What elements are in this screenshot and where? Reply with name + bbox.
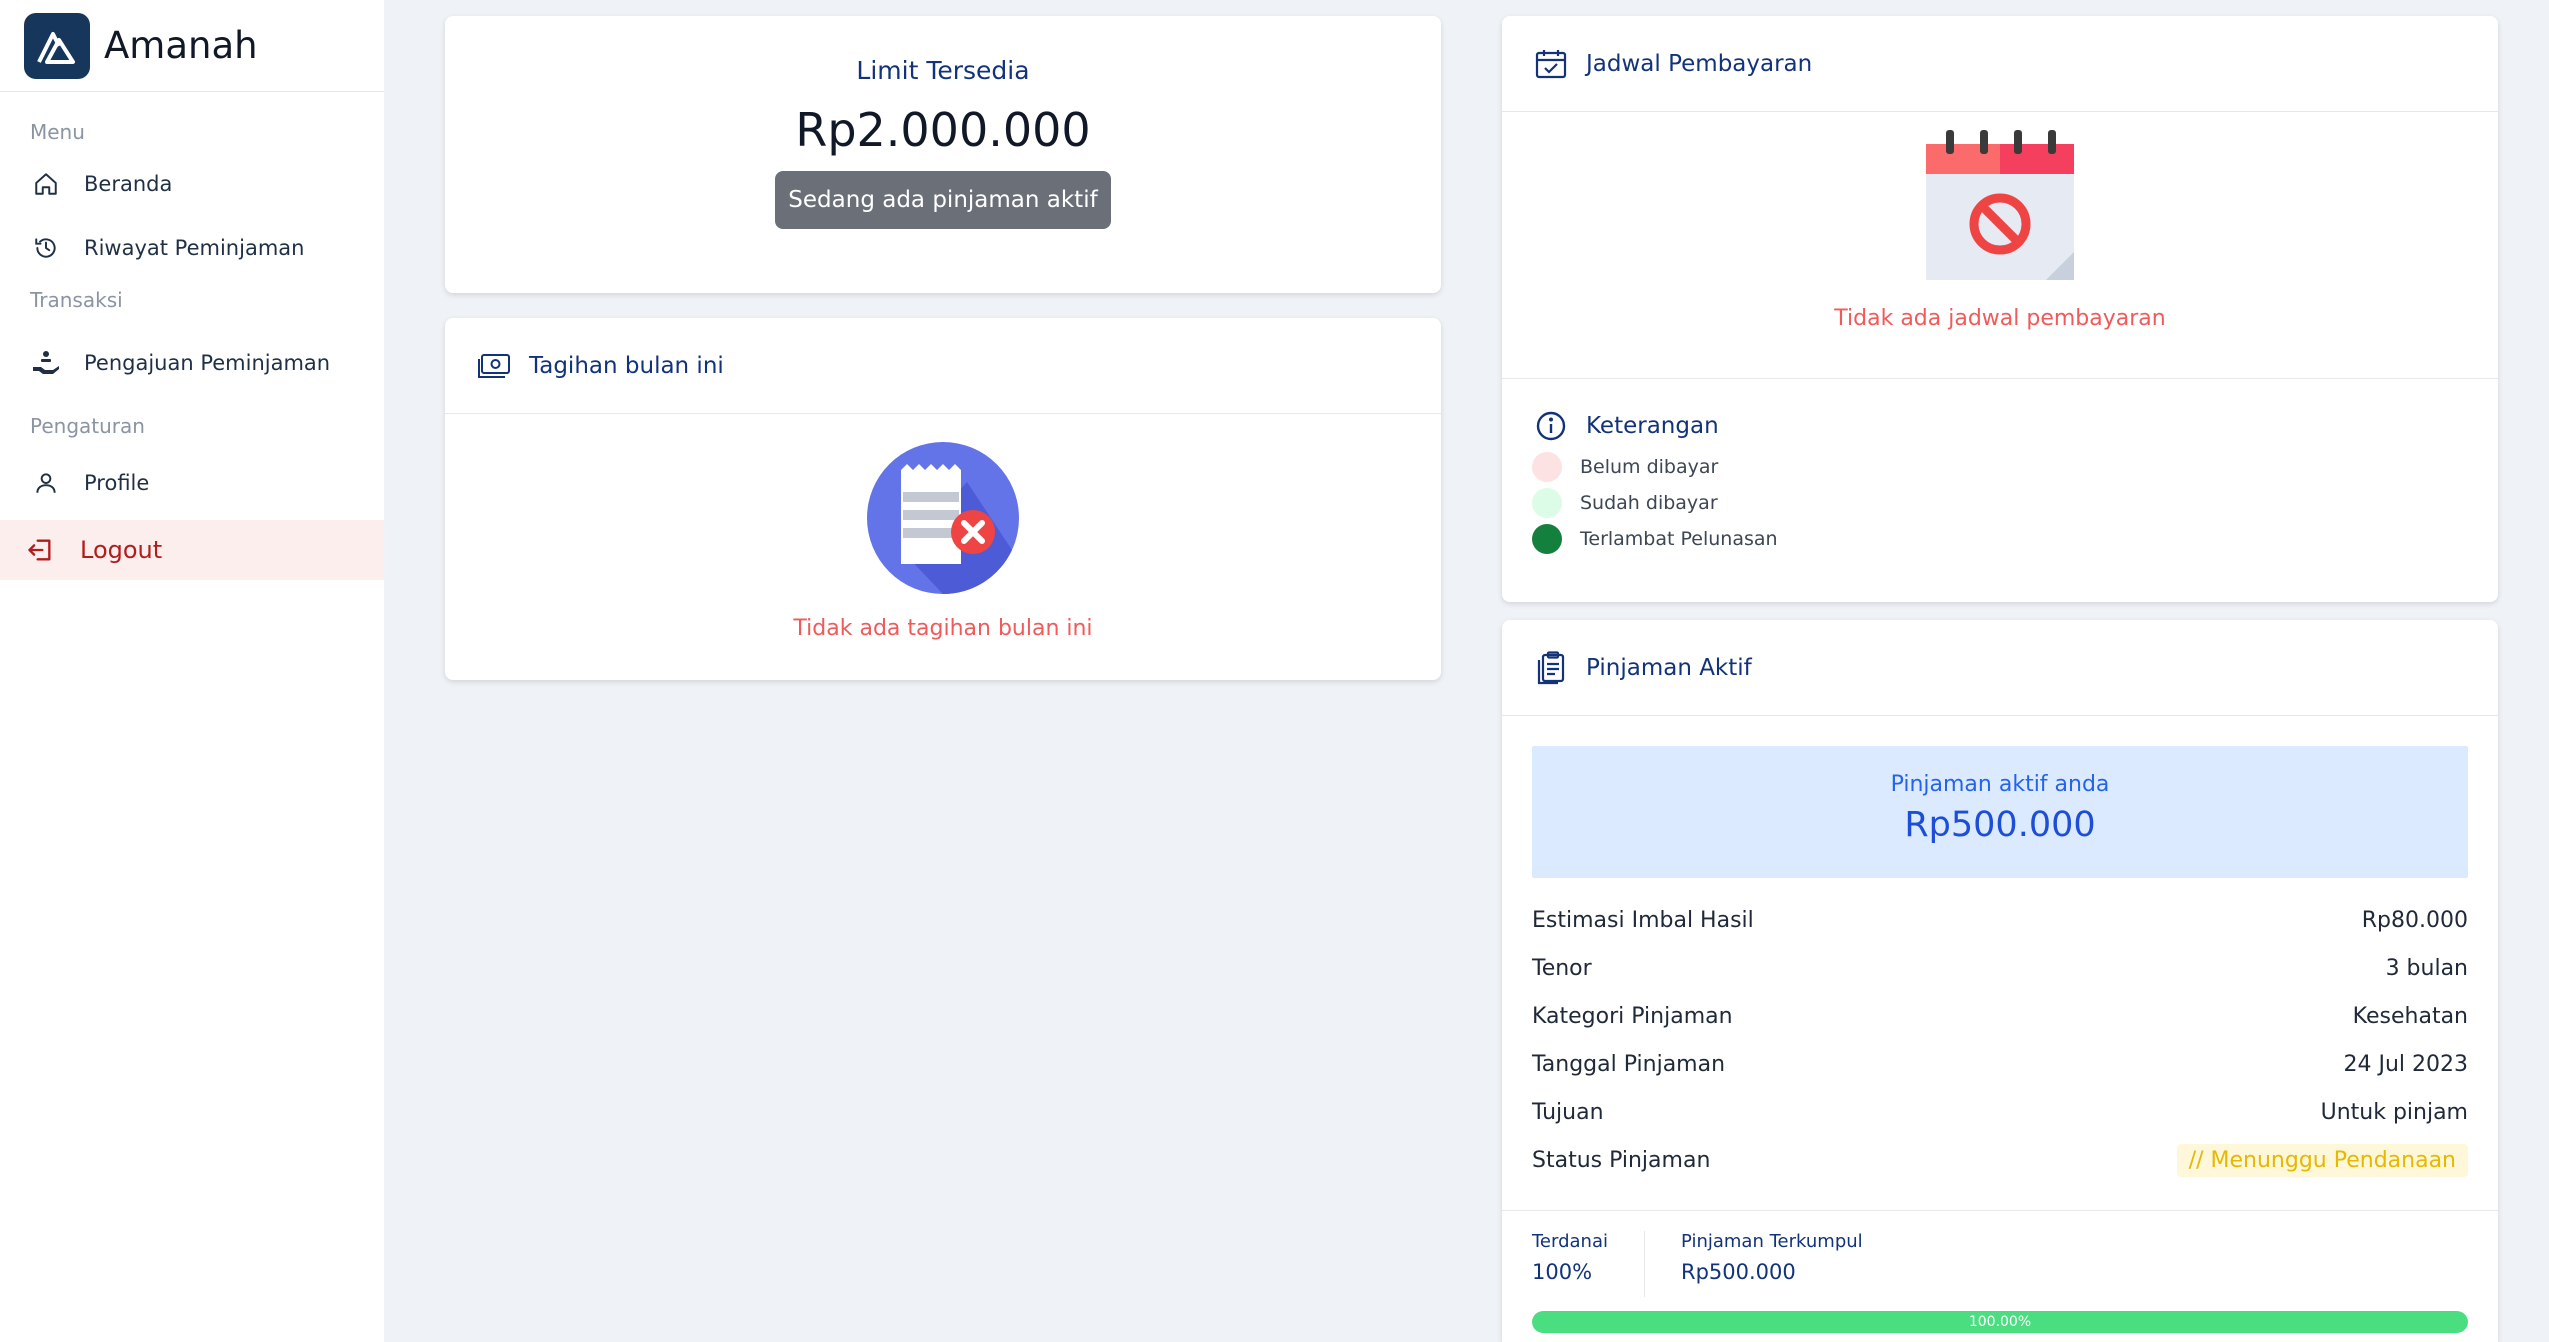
section-pengaturan: Pengaturan [30,414,145,438]
loan-hand-icon [30,347,62,379]
money-icon [475,347,513,385]
jadwal-header: Jadwal Pembayaran [1502,16,2498,112]
sidebar: Amanah Menu Beranda Riwayat Peminjaman T… [0,0,384,1342]
detail-label: Tujuan [1532,1099,1604,1125]
sidebar-item-label: Profile [84,471,150,495]
divider [1644,1231,1645,1297]
detail-label: Kategori Pinjaman [1532,1003,1733,1029]
brand-logo-icon [24,12,90,79]
funding-section: Terdanai 100% Pinjaman Terkumpul Rp500.0… [1502,1210,2498,1333]
detail-label: Status Pinjaman [1532,1147,1711,1173]
sidebar-item-riwayat[interactable]: Riwayat Peminjaman [0,216,384,280]
detail-label: Estimasi Imbal Hasil [1532,907,1754,933]
detail-value: Kesehatan [2352,1003,2468,1029]
sidebar-item-profile[interactable]: Profile [0,446,384,520]
collected-label: Pinjaman Terkumpul [1681,1231,1863,1252]
keterangan-section: Keterangan Belum dibayar Sudah dibayar T… [1502,378,2498,557]
history-icon [30,232,62,264]
legend-dot [1532,452,1562,482]
active-loan-button[interactable]: Sedang ada pinjaman aktif [775,171,1111,229]
tagihan-empty-text: Tidak ada tagihan bulan ini [793,616,1093,641]
detail-value: 24 Jul 2023 [2343,1051,2468,1077]
status-badge: // Menunggu Pendanaan [2176,1143,2468,1177]
jadwal-title: Jadwal Pembayaran [1586,50,1813,77]
sidebar-item-pengajuan[interactable]: Pengajuan Peminjaman [0,320,384,406]
pinjaman-card: Pinjaman Aktif Pinjaman aktif anda Rp500… [1502,620,2498,1342]
detail-label: Tenor [1532,955,1592,981]
jadwal-empty-text: Tidak ada jadwal pembayaran [1834,306,2166,331]
progress-fill: 100.00% [1532,1311,2468,1333]
legend-dot [1532,524,1562,554]
legend-label: Terlambat Pelunasan [1580,528,1778,550]
info-icon [1532,407,1570,445]
sidebar-item-label: Beranda [84,172,173,196]
detail-value: Rp80.000 [2361,907,2468,933]
funding-progress-bar: 100.00% [1532,1311,2468,1333]
active-loan-label: Pinjaman aktif anda [1890,772,2110,797]
detail-value: Untuk pinjam [2320,1099,2468,1125]
sidebar-item-logout[interactable]: Logout [0,520,384,580]
detail-label: Tanggal Pinjaman [1532,1051,1726,1077]
funded-value: 100% [1532,1260,1593,1284]
collected-value: Rp500.000 [1681,1260,1796,1284]
detail-row-kategori: Kategori Pinjaman Kesehatan [1502,992,2498,1040]
calendar-icon [1532,45,1570,83]
limit-card: Limit Tersedia Rp2.000.000 Sedang ada pi… [445,16,1441,293]
legend-item-late: Terlambat Pelunasan [1502,521,2498,557]
clipboard-icon [1532,649,1570,687]
keterangan-title: Keterangan [1586,413,1719,439]
legend-item-unpaid: Belum dibayar [1502,449,2498,485]
tagihan-header: Tagihan bulan ini [445,318,1441,414]
section-menu: Menu [30,120,85,144]
active-loan-amount: Rp500.000 [1904,805,2096,845]
active-loan-box: Pinjaman aktif anda Rp500.000 [1532,746,2468,878]
detail-row-tujuan: Tujuan Untuk pinjam [1502,1088,2498,1136]
brand-name: Amanah [104,24,258,67]
no-schedule-illustration [1502,128,2498,280]
loan-details: Estimasi Imbal Hasil Rp80.000 Tenor 3 bu… [1502,896,2498,1184]
detail-value: 3 bulan [2385,955,2468,981]
brand[interactable]: Amanah [0,0,384,92]
collected-col: Pinjaman Terkumpul Rp500.000 [1681,1231,1863,1297]
funded-col: Terdanai 100% [1532,1231,1608,1297]
tagihan-card: Tagihan bulan ini Tidak ada tagihan bula… [445,318,1441,680]
section-transaksi: Transaksi [30,288,123,312]
detail-row-imbal: Estimasi Imbal Hasil Rp80.000 [1502,896,2498,944]
user-icon [30,467,62,499]
legend-dot [1532,488,1562,518]
sidebar-item-label: Pengajuan Peminjaman [84,351,331,375]
limit-title: Limit Tersedia [856,56,1030,85]
legend-item-paid: Sudah dibayar [1502,485,2498,521]
pinjaman-header: Pinjaman Aktif [1502,620,2498,716]
home-icon [30,168,62,200]
sidebar-item-beranda[interactable]: Beranda [0,152,384,216]
legend-label: Belum dibayar [1580,456,1719,478]
pinjaman-title: Pinjaman Aktif [1586,654,1752,681]
limit-amount: Rp2.000.000 [795,103,1091,157]
sidebar-item-label: Riwayat Peminjaman [84,236,305,260]
jadwal-card: Jadwal Pembayaran Tidak ada jadwal pemba… [1502,16,2498,602]
no-bill-illustration [445,442,1441,594]
legend-label: Sudah dibayar [1580,492,1718,514]
detail-row-tanggal: Tanggal Pinjaman 24 Jul 2023 [1502,1040,2498,1088]
logout-icon [24,534,56,566]
sidebar-item-label: Logout [80,536,163,564]
tagihan-title: Tagihan bulan ini [529,352,724,379]
detail-row-tenor: Tenor 3 bulan [1502,944,2498,992]
funded-label: Terdanai [1532,1231,1608,1252]
detail-row-status: Status Pinjaman // Menunggu Pendanaan [1502,1136,2498,1184]
